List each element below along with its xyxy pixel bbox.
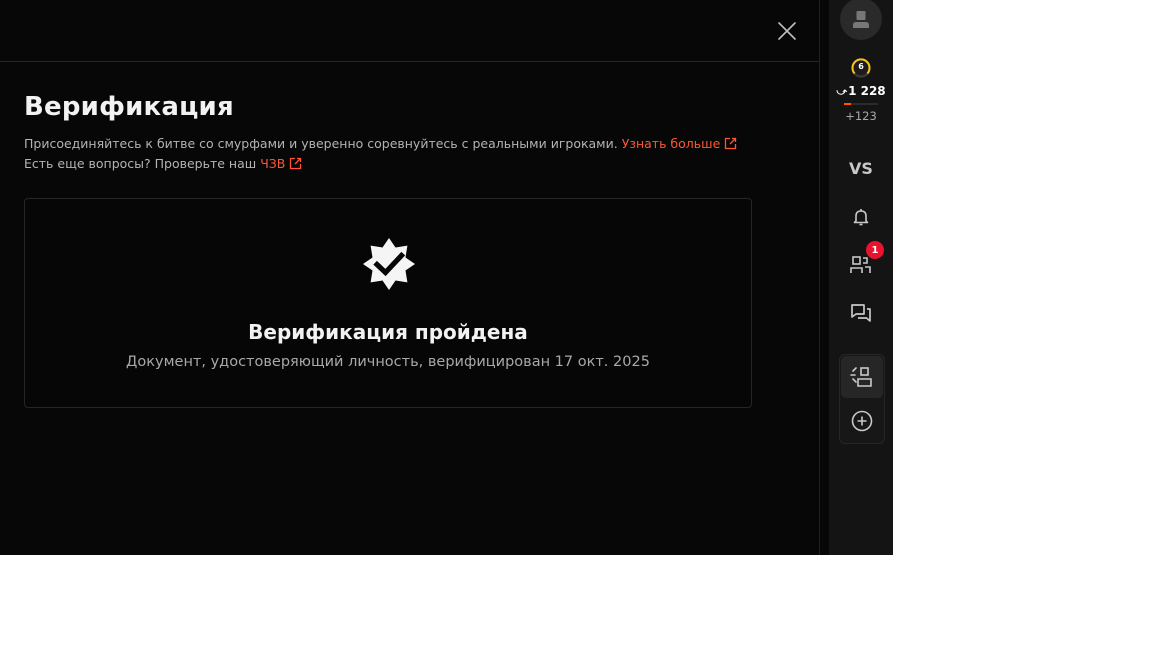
external-link-icon [725, 137, 737, 150]
verified-badge-icon [363, 238, 415, 290]
close-icon [778, 22, 796, 40]
learn-more-link[interactable]: Узнать больше [622, 136, 738, 151]
user-avatar[interactable] [840, 0, 882, 40]
elo-progress-fill [844, 103, 852, 105]
right-sidebar: 6 ⤻1 228 +123 VS 1 [829, 0, 893, 555]
bell-icon [853, 209, 869, 226]
trend-icon: ⤻ [836, 87, 848, 98]
description-line-1: Присоединяйтесь к битве со смурфами и ув… [24, 136, 737, 151]
chat-button[interactable] [841, 293, 881, 333]
party-button[interactable] [841, 356, 883, 398]
friends-icon [850, 256, 871, 273]
description-text: Присоединяйтесь к битве со смурфами и ув… [24, 136, 618, 151]
notifications-button[interactable] [841, 197, 881, 237]
elo-rating: ⤻1 228 [829, 84, 893, 98]
skill-level-badge[interactable]: 6 [850, 57, 872, 79]
party-icon [850, 367, 872, 387]
verification-status-subtitle: Документ, удостоверяющий личность, вериф… [126, 354, 650, 370]
external-link-icon [290, 157, 302, 170]
verification-modal: Верификация Присоединяйтесь к битве со с… [0, 0, 820, 555]
verification-status-title: Верификация пройдена [248, 320, 528, 344]
faq-label: ЧЗВ [260, 156, 286, 171]
page-title: Верификация [24, 92, 234, 122]
elo-value: 1 228 [848, 84, 886, 98]
friends-notification-badge: 1 [866, 241, 884, 259]
app-window: Верификация Присоединяйтесь к битве со с… [0, 0, 893, 555]
verification-status-card: Верификация пройдена Документ, удостовер… [24, 198, 752, 408]
modal-header [0, 0, 819, 62]
faq-prompt-text: Есть еще вопросы? Проверьте наш [24, 156, 257, 171]
elo-progress-bar [844, 103, 878, 105]
description-line-2: Есть еще вопросы? Проверьте наш ЧЗВ [24, 156, 302, 171]
add-party-button[interactable] [841, 400, 883, 442]
user-avatar-icon [853, 11, 869, 28]
skill-level-number: 6 [858, 62, 864, 71]
close-button[interactable] [772, 16, 802, 46]
learn-more-label: Узнать больше [621, 136, 721, 151]
elo-to-next-level: +123 [845, 109, 877, 123]
party-panel [839, 354, 885, 444]
chat-icon [851, 304, 871, 322]
add-circle-icon [851, 410, 873, 432]
faq-link[interactable]: ЧЗВ [260, 156, 302, 171]
vs-button[interactable]: VS [841, 148, 881, 188]
